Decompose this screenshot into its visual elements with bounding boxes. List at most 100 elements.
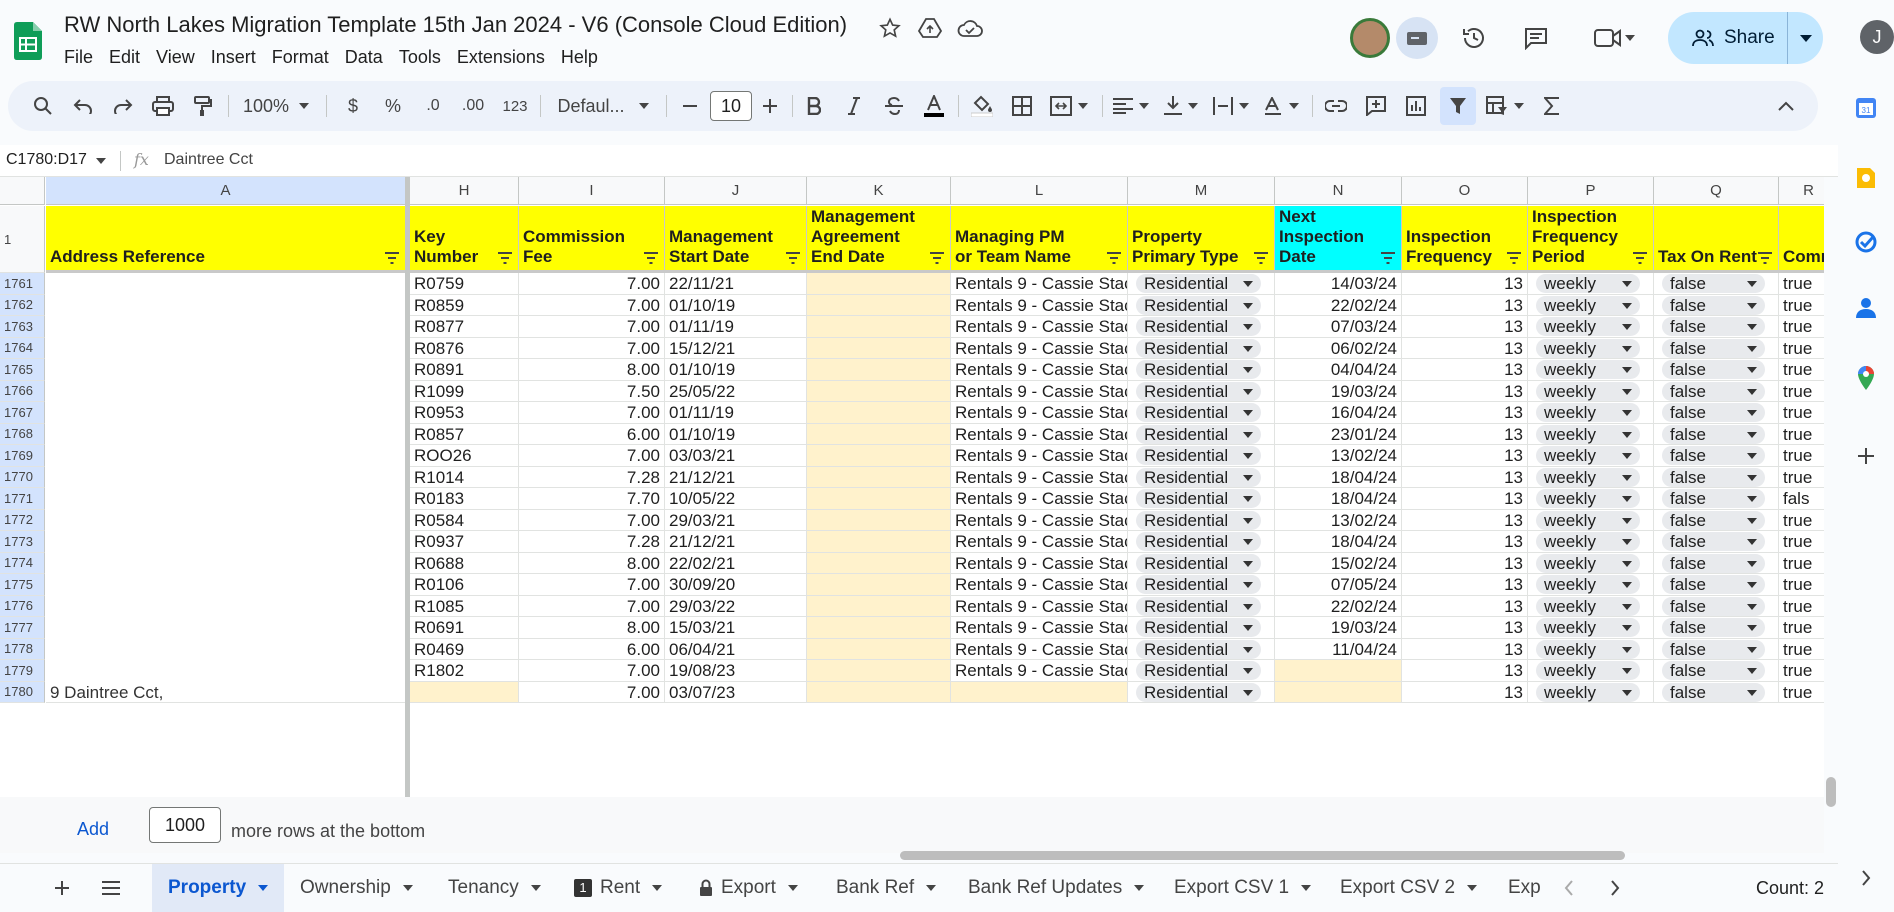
tab-tenancy[interactable]: Tenancy xyxy=(432,864,557,912)
cell-j[interactable]: 01/11/19 xyxy=(665,402,807,424)
cell-o[interactable]: 13 xyxy=(1402,359,1528,381)
row-header[interactable]: 1780 xyxy=(0,681,45,703)
cell-p[interactable]: weekly xyxy=(1528,273,1654,295)
cell-i[interactable]: 7.00 xyxy=(519,294,665,316)
dropdown-chip[interactable]: false xyxy=(1662,661,1765,680)
cell-p[interactable]: weekly xyxy=(1528,466,1654,488)
cell-n[interactable]: 13/02/24 xyxy=(1275,445,1402,467)
cell-q[interactable]: false xyxy=(1654,273,1779,295)
dropdown-chip[interactable]: weekly xyxy=(1536,682,1640,702)
cell-o[interactable]: 13 xyxy=(1402,316,1528,338)
row-header[interactable]: 1762 xyxy=(0,294,45,316)
row-header[interactable]: 1772 xyxy=(0,509,45,531)
cell-l[interactable]: Rentals 9 - Cassie Stac xyxy=(951,337,1128,359)
expand-panel-icon[interactable] xyxy=(1852,864,1880,892)
cell-h[interactable]: R0857 xyxy=(410,423,519,445)
cell-p[interactable]: weekly xyxy=(1528,681,1654,703)
cell-o[interactable]: 13 xyxy=(1402,509,1528,531)
column-filter-icon[interactable] xyxy=(1758,252,1772,264)
cell-r[interactable]: true xyxy=(1779,639,1824,660)
dropdown-chip[interactable]: weekly xyxy=(1536,295,1640,315)
hide-menus-icon[interactable] xyxy=(1770,81,1802,131)
chevron-down-icon[interactable] xyxy=(1467,885,1478,891)
cell-l[interactable]: Rentals 9 - Cassie Stac xyxy=(951,316,1128,338)
header-cell-r[interactable]: Comm xyxy=(1779,206,1824,273)
dropdown-chip[interactable]: Residential xyxy=(1136,274,1261,293)
cell-l[interactable]: Rentals 9 - Cassie Stac xyxy=(951,359,1128,381)
cell-k[interactable] xyxy=(807,552,951,574)
column-header-r[interactable]: R xyxy=(1779,177,1824,205)
paint-format-icon[interactable] xyxy=(188,81,218,131)
cell-r[interactable]: true xyxy=(1779,574,1824,596)
cell-k[interactable] xyxy=(807,273,951,295)
cell-n[interactable]: 19/03/24 xyxy=(1275,380,1402,402)
cell-n[interactable]: 22/02/24 xyxy=(1275,595,1402,617)
chevron-down-icon[interactable] xyxy=(652,885,663,891)
cell-r[interactable]: true xyxy=(1779,467,1824,488)
cell-o[interactable]: 13 xyxy=(1402,531,1528,553)
text-wrapping-icon[interactable] xyxy=(1208,81,1254,131)
dropdown-chip[interactable]: weekly xyxy=(1536,381,1640,401)
tab-property[interactable]: Property xyxy=(152,864,285,912)
cell-o[interactable]: 13 xyxy=(1402,574,1528,596)
cell-r[interactable]: true xyxy=(1779,596,1824,617)
dropdown-chip[interactable]: weekly xyxy=(1536,274,1640,293)
cell-q[interactable]: false xyxy=(1654,423,1779,445)
cell-i[interactable]: 7.00 xyxy=(519,402,665,424)
row-header[interactable]: 1776 xyxy=(0,595,45,617)
add-sheet-icon[interactable] xyxy=(44,864,80,912)
header-cell-q[interactable]: Tax On Rent xyxy=(1654,206,1779,273)
cell-i[interactable]: 7.28 xyxy=(519,466,665,488)
strikethrough-icon[interactable] xyxy=(878,81,910,131)
header-cell-a[interactable]: Address Reference xyxy=(46,206,406,273)
cell-k[interactable] xyxy=(807,402,951,424)
cell-k[interactable] xyxy=(807,531,951,553)
cell-q[interactable]: false xyxy=(1654,402,1779,424)
cell-j[interactable]: 15/03/21 xyxy=(665,617,807,639)
dropdown-chip[interactable]: Residential xyxy=(1136,618,1261,637)
column-header-o[interactable]: O xyxy=(1402,177,1528,205)
cell-l[interactable] xyxy=(951,681,1128,703)
cell-r[interactable]: true xyxy=(1779,316,1824,338)
cell-l[interactable]: Rentals 9 - Cassie Stac xyxy=(951,638,1128,660)
cell-m[interactable]: Residential xyxy=(1128,617,1275,639)
cell-q[interactable]: false xyxy=(1654,574,1779,596)
cell-j[interactable]: 22/11/21 xyxy=(665,273,807,295)
version-history-icon[interactable] xyxy=(1458,22,1490,54)
cell-m[interactable]: Residential xyxy=(1128,552,1275,574)
calendar-icon[interactable]: 31 xyxy=(1852,94,1880,122)
cell-i[interactable]: 6.00 xyxy=(519,423,665,445)
add-rows-button[interactable]: Add xyxy=(77,819,109,840)
cell-o[interactable]: 13 xyxy=(1402,660,1528,682)
cell-l[interactable]: Rentals 9 - Cassie Stac xyxy=(951,466,1128,488)
cell-p[interactable]: weekly xyxy=(1528,660,1654,682)
column-filter-icon[interactable] xyxy=(1507,252,1521,264)
dropdown-chip[interactable]: false xyxy=(1662,639,1765,659)
tab-export-csv-2[interactable]: Export CSV 2 xyxy=(1324,864,1493,912)
cell-l[interactable]: Rentals 9 - Cassie Stac xyxy=(951,488,1128,510)
cell-h[interactable]: R0691 xyxy=(410,617,519,639)
dropdown-chip[interactable]: Residential xyxy=(1136,403,1261,422)
insert-link-icon[interactable] xyxy=(1320,81,1352,131)
maps-icon[interactable] xyxy=(1852,364,1880,392)
dropdown-chip[interactable]: weekly xyxy=(1536,618,1640,637)
column-header-q[interactable]: Q xyxy=(1654,177,1779,205)
cell-r[interactable]: true xyxy=(1779,617,1824,639)
cell-n[interactable] xyxy=(1275,660,1402,682)
cell-h[interactable]: R0584 xyxy=(410,509,519,531)
cell-m[interactable]: Residential xyxy=(1128,638,1275,660)
dropdown-chip[interactable]: weekly xyxy=(1536,338,1640,358)
cell-k[interactable] xyxy=(807,595,951,617)
decrease-decimal-button[interactable]: .0 xyxy=(416,81,450,131)
cell-l[interactable]: Rentals 9 - Cassie Stac xyxy=(951,380,1128,402)
row-header[interactable]: 1769 xyxy=(0,445,45,467)
cell-k[interactable] xyxy=(807,660,951,682)
cell-r[interactable]: true xyxy=(1779,660,1824,682)
row-header[interactable]: 1775 xyxy=(0,574,45,596)
cell-o[interactable]: 13 xyxy=(1402,273,1528,295)
cell-p[interactable]: weekly xyxy=(1528,359,1654,381)
cell-q[interactable]: false xyxy=(1654,316,1779,338)
cell-j[interactable]: 19/08/23 xyxy=(665,660,807,682)
cell-o[interactable]: 13 xyxy=(1402,488,1528,510)
all-sheets-icon[interactable] xyxy=(92,864,130,912)
